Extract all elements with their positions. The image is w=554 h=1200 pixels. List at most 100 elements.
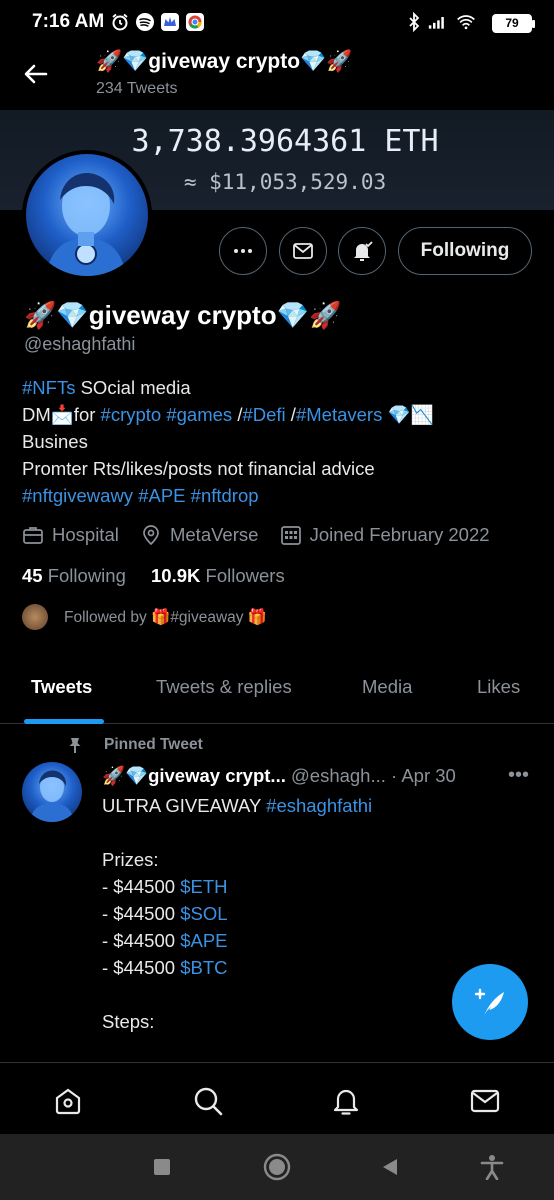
search-icon[interactable] [192, 1085, 224, 1117]
hashtag-link[interactable]: #eshaghfathi [266, 795, 372, 816]
profile-meta: Hospital MetaVerse Joined February 2022 [22, 524, 506, 551]
pinned-tweet-label: Pinned Tweet [104, 736, 203, 753]
bottom-navigation [0, 1062, 554, 1134]
tweet-author-handle: @eshagh... [291, 765, 386, 786]
compose-feather-icon [474, 988, 504, 1016]
profile-bio: #NFTs SOcial media DM📩for #crypto #games… [22, 374, 522, 509]
recents-square-icon[interactable] [153, 1158, 171, 1176]
status-time: 7:16 AM [32, 11, 105, 32]
following-label: Following [47, 565, 126, 586]
android-navigation-bar [0, 1134, 554, 1200]
bio-text: 💎📉 [382, 404, 434, 425]
tweet-header: 🚀💎giveway crypt... @eshagh... · Apr 30 [102, 765, 542, 787]
tab-media[interactable]: Media [362, 676, 412, 698]
profile-tabs: Tweets Tweets & replies Media Likes [0, 656, 554, 724]
followed-by-text: Followed by 🎁#giveaway 🎁 [64, 608, 268, 626]
hashtag-link[interactable]: #Metavers [296, 404, 382, 425]
hashtag-link[interactable]: #Defi [242, 404, 285, 425]
following-stat[interactable]: 45 Following [22, 565, 126, 586]
bell-check-icon [354, 241, 373, 261]
profile-category: Hospital [22, 524, 119, 546]
followers-label: Followers [205, 565, 285, 586]
following-button[interactable]: Following [398, 227, 532, 275]
cashtag-link[interactable]: $BTC [180, 957, 227, 978]
profile-handle: @eshaghfathi [24, 334, 136, 354]
avatar-figure [46, 173, 126, 276]
signal-icon [428, 17, 444, 29]
chrome-icon [186, 13, 204, 31]
hashtag-link[interactable]: #nftgivewawy [22, 485, 133, 506]
bio-text: / [232, 404, 243, 425]
message-button[interactable] [279, 227, 327, 275]
pin-icon [69, 738, 81, 753]
joined-text: Joined February 2022 [309, 524, 490, 545]
battery-indicator: 79 [492, 14, 535, 33]
prize-prefix: - $44500 [102, 876, 181, 897]
tweet-text: Prizes: [102, 849, 159, 870]
tab-likes[interactable]: Likes [477, 676, 520, 698]
active-tab-indicator [24, 719, 104, 724]
status-bar: 7:16 AM 79 [0, 0, 554, 44]
header-tweet-count: 234 Tweets [96, 80, 178, 97]
back-triangle-icon[interactable] [380, 1157, 400, 1177]
following-count: 45 [22, 565, 43, 586]
crown-app-icon [161, 13, 179, 31]
hashtag-link[interactable]: #crypto [101, 404, 162, 425]
followers-count: 10.9K [151, 565, 201, 586]
hashtag-link[interactable]: #APE [138, 485, 185, 506]
prize-prefix: - $44500 [102, 903, 181, 924]
calendar-icon [280, 526, 301, 545]
tweet-author-name[interactable]: 🚀💎giveway crypt... [102, 765, 286, 786]
tweet-text: ULTRA GIVEAWAY [102, 795, 267, 816]
alarm-icon [112, 13, 128, 31]
more-options-button[interactable] [219, 227, 267, 275]
profile-joined: Joined February 2022 [280, 524, 490, 546]
notifications-bell-icon[interactable] [330, 1085, 362, 1117]
home-circle-icon[interactable] [263, 1153, 291, 1181]
cashtag-link[interactable]: $ETH [180, 876, 227, 897]
hashtag-link[interactable]: #games [166, 404, 232, 425]
tab-tweets[interactable]: Tweets [31, 676, 92, 698]
hashtag-link[interactable]: #nftdrop [191, 485, 259, 506]
follow-stats: 45 Following 10.9K Followers [22, 565, 285, 587]
followers-stat[interactable]: 10.9K Followers [151, 565, 285, 586]
cashtag-link[interactable]: $SOL [180, 903, 227, 924]
tweet-author-avatar[interactable] [22, 762, 82, 822]
bio-text: SOcial media [75, 377, 191, 398]
spotify-icon [136, 13, 154, 31]
home-icon[interactable] [52, 1085, 84, 1117]
bluetooth-icon [409, 12, 420, 32]
accessibility-icon[interactable] [480, 1154, 504, 1180]
bio-text: Busines [22, 431, 88, 452]
follower-avatar [22, 604, 48, 630]
avatar-figure [30, 770, 74, 822]
cashtag-link[interactable]: $APE [180, 930, 227, 951]
bio-text: DM📩for [22, 404, 101, 425]
tweet-more-icon[interactable]: ••• [508, 764, 529, 787]
envelope-icon [293, 243, 313, 259]
pinned-label-row: Pinned Tweet [66, 736, 203, 754]
category-text: Hospital [52, 524, 119, 545]
bio-text: / [285, 404, 296, 425]
notifications-button[interactable] [338, 227, 386, 275]
profile-location: MetaVerse [140, 524, 258, 546]
profile-avatar[interactable] [22, 150, 152, 280]
profile-header: 🚀💎giveway crypto💎🚀 234 Tweets [0, 44, 554, 108]
profile-name: 🚀💎giveway crypto💎🚀 [24, 300, 342, 330]
tweet-date[interactable]: · Apr 30 [391, 765, 456, 786]
prize-prefix: - $44500 [102, 930, 181, 951]
followed-by-row[interactable]: Followed by 🎁#giveaway 🎁 [22, 604, 267, 630]
hashtag-link[interactable]: #NFTs [22, 377, 75, 398]
compose-tweet-button[interactable] [452, 964, 528, 1040]
back-arrow-icon[interactable] [20, 58, 52, 90]
messages-envelope-icon[interactable] [469, 1085, 501, 1117]
tab-tweets-replies[interactable]: Tweets & replies [156, 676, 292, 698]
wifi-icon [457, 15, 475, 30]
bio-text: Promter Rts/likes/posts not financial ad… [22, 458, 375, 479]
header-title: 🚀💎giveway crypto💎🚀 [96, 50, 353, 73]
briefcase-icon [23, 527, 43, 544]
location-pin-icon [143, 525, 159, 546]
ellipsis-icon [234, 249, 252, 253]
prize-prefix: - $44500 [102, 957, 181, 978]
location-text: MetaVerse [169, 524, 259, 545]
